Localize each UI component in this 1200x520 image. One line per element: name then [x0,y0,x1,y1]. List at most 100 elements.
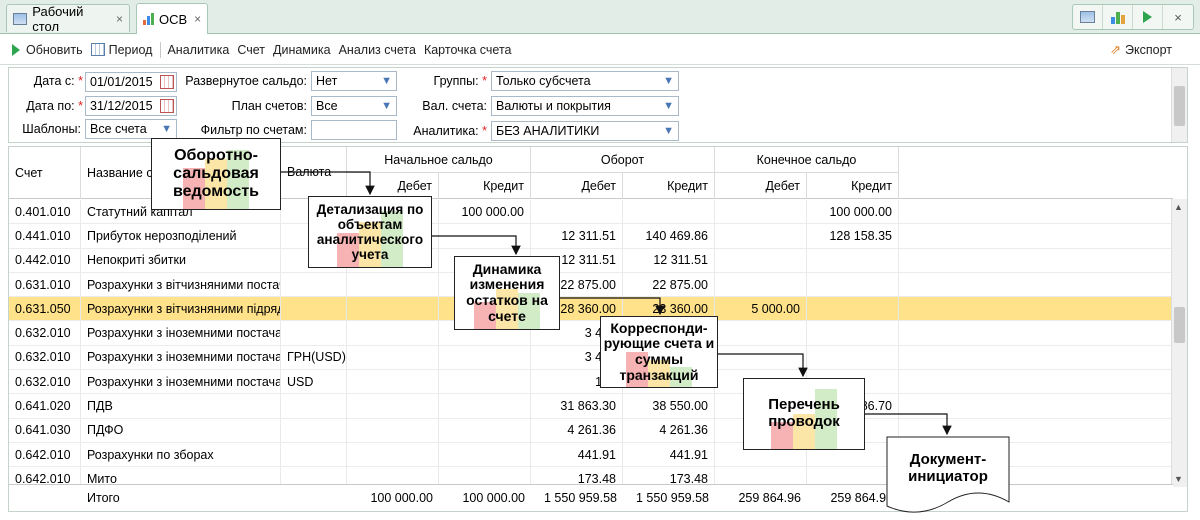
close-icon[interactable]: × [1163,5,1193,29]
filter-input[interactable] [311,120,397,140]
table-row[interactable]: 0.441.010 Прибуток нерозподілений 12 311.5… [9,224,1173,249]
cell-opening-debit [347,272,439,297]
header-turnover-credit[interactable]: Кредит [623,173,715,199]
cell-filler [899,346,1173,369]
cell-closing-debit [715,200,807,224]
analytics-button[interactable]: Аналитика [167,43,229,57]
header-closing-debit[interactable]: Дебет [715,173,807,199]
header-currency[interactable]: Валюта [281,147,347,199]
cell-account: 0.442.010 [9,248,81,272]
date-to-field[interactable]: 31/12/2015 [85,96,177,116]
cell-name: ПДФО [81,418,281,442]
header-opening-credit[interactable]: Кредит [439,173,531,199]
cell-currency [281,321,347,345]
cell-turnover-debit: 31 863.30 [531,394,623,418]
currency-select[interactable]: Валюты и покрытия ▼ [491,96,679,116]
analysis-button[interactable]: Анализ счета [339,43,416,57]
export-label: Экспорт [1125,43,1172,57]
tab-bar: Рабочий стол × ОСВ × × [0,0,1200,34]
filter-scrollbar[interactable] [1171,68,1187,142]
desktop-icon[interactable] [1073,5,1103,29]
cell-filler [899,249,1173,272]
cell-opening-credit: 100 000.00 [439,200,531,224]
table-row[interactable]: 0.442.010 Непокриті збитки 12 311.51 12 311… [9,248,1173,273]
cell-name: Розрахунки по зборах [81,442,281,467]
cell-account: 0.631.010 [9,272,81,297]
table-row[interactable]: 0.632.010 Розрахунки з іноземними постача… [9,370,1173,395]
cell-currency [281,297,347,321]
play-icon [12,43,20,56]
close-icon[interactable]: × [116,12,123,26]
cell-closing-credit: 128 158.35 [807,224,899,248]
cell-name: Розрахунки з вітчизняними постача [81,272,281,297]
refresh-label: Обновить [26,42,83,57]
cell-name: Розрахунки з вітчизняними підрядн [81,297,281,321]
period-button[interactable]: Период [90,43,152,57]
expanded-label: Развернутое сальдо: [185,74,307,88]
window-actions: × [1072,4,1194,30]
chevron-down-icon: ▼ [161,123,172,135]
calendar-icon[interactable] [160,75,174,89]
templates-select[interactable]: Все счета ▼ [85,119,177,139]
scroll-up-icon[interactable]: ▲ [1174,202,1183,212]
close-icon[interactable]: × [194,12,201,26]
expanded-select[interactable]: Нет ▼ [311,71,397,91]
cell-closing-debit [715,224,807,248]
scrollbar-thumb[interactable] [1174,307,1185,343]
chevron-down-icon: ▼ [381,75,392,87]
toolbar: Обновить Период Аналитика Счет Динамика … [0,35,1200,65]
cell-currency [281,442,347,467]
refresh-button[interactable]: Обновить [12,43,83,57]
chart-icon[interactable] [1103,5,1133,29]
cell-account: 0.632.010 [9,321,81,345]
export-button[interactable]: ⇗ Экспорт [1110,42,1172,58]
groups-select[interactable]: Только субсчета ▼ [491,71,679,91]
chart-icon [143,13,154,25]
cell-filler [899,200,1173,223]
cell-opening-debit [347,345,439,370]
table-row[interactable]: 0.641.020 ПДВ 31 863.30 38 550.00 6 686.70 [9,394,1173,419]
cell-account: 0.631.050 [9,297,81,321]
play-icon[interactable] [1133,5,1163,29]
cell-turnover-debit [531,200,623,224]
tab-desktop[interactable]: Рабочий стол × [6,3,130,34]
cell-closing-credit [807,297,899,321]
cell-account: 0.642.010 [9,442,81,467]
dynamics-button[interactable]: Динамика [273,43,331,57]
table-row[interactable]: 0.631.010 Розрахунки з вітчизняними поста… [9,272,1173,298]
analytics-select[interactable]: БЕЗ АНАЛИТИКИ ▼ [491,121,679,141]
calendar-icon[interactable] [160,99,174,113]
toolbar-divider [160,41,162,58]
plan-label: План счетов: [231,99,307,113]
callout-postings: Перечень проводок [743,378,865,450]
table-row[interactable]: 0.631.050 Розрахунки з вітчизняними підря… [9,297,1173,322]
currency-label: Вал. счета: [422,99,487,113]
header-turnover-debit[interactable]: Дебет [531,173,623,199]
scroll-down-icon[interactable]: ▼ [1174,474,1183,484]
cell-opening-credit [439,418,531,442]
tab-desktop-label: Рабочий стол [32,3,84,34]
cell-closing-debit [715,272,807,297]
date-from-label: Дата с: * [33,74,83,88]
date-from-field[interactable]: 01/01/2015 [85,72,177,92]
grid-scrollbar[interactable]: ▲ ▼ [1171,199,1187,487]
date-to-label: Дата по: * [26,99,83,113]
cell-currency [281,418,347,442]
chevron-down-icon: ▼ [663,125,674,137]
total-turnover-credit: 1 550 959.58 [636,491,709,505]
plan-select[interactable]: Все ▼ [311,96,397,116]
tab-osv[interactable]: ОСВ × [136,3,208,34]
cell-account: 0.441.010 [9,224,81,248]
cell-currency: USD [281,370,347,394]
card-button[interactable]: Карточка счета [424,43,512,57]
account-button[interactable]: Счет [237,43,265,57]
scrollbar-thumb[interactable] [1174,86,1185,126]
table-row[interactable]: 0.632.010 Розрахунки з іноземними постача… [9,345,1173,371]
cell-opening-credit [439,442,531,467]
header-account[interactable]: Счет [9,147,81,199]
table-row[interactable]: 0.632.010 Розрахунки з іноземними постача… [9,321,1173,346]
cell-name: Непокриті збитки [81,248,281,272]
cell-account: 0.641.020 [9,394,81,418]
header-opening: Начальное сальдо [347,147,531,173]
header-closing-credit[interactable]: Кредит [807,173,899,199]
